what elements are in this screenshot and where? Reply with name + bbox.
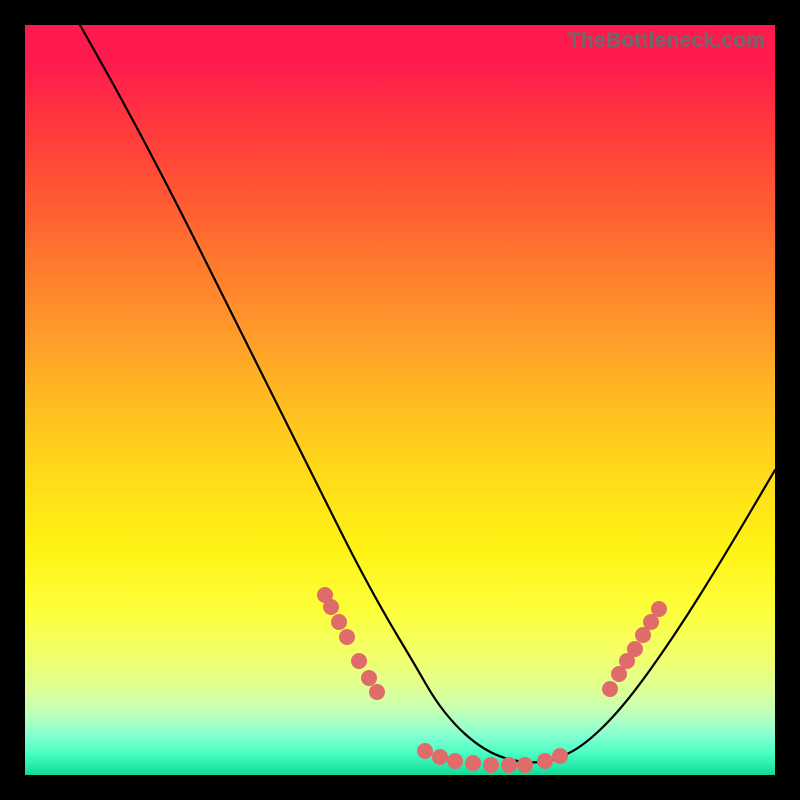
marker-group	[317, 587, 667, 773]
marker-dot	[651, 601, 667, 617]
marker-dot	[351, 653, 367, 669]
plot-area: TheBottleneck.com	[25, 25, 775, 775]
marker-dot	[501, 757, 517, 773]
marker-dot	[361, 670, 377, 686]
marker-dot	[417, 743, 433, 759]
marker-dot	[465, 755, 481, 771]
marker-dot	[537, 753, 553, 769]
marker-dot	[339, 629, 355, 645]
marker-dot	[447, 753, 463, 769]
marker-dot	[602, 681, 618, 697]
marker-dot	[483, 757, 499, 773]
marker-dot	[517, 757, 533, 773]
chart-frame: TheBottleneck.com	[0, 0, 800, 800]
marker-dot	[552, 748, 568, 764]
chart-svg	[25, 25, 775, 775]
marker-dot	[369, 684, 385, 700]
marker-dot	[432, 749, 448, 765]
marker-dot	[323, 599, 339, 615]
curve-line	[80, 25, 775, 762]
marker-dot	[331, 614, 347, 630]
marker-dot	[627, 641, 643, 657]
